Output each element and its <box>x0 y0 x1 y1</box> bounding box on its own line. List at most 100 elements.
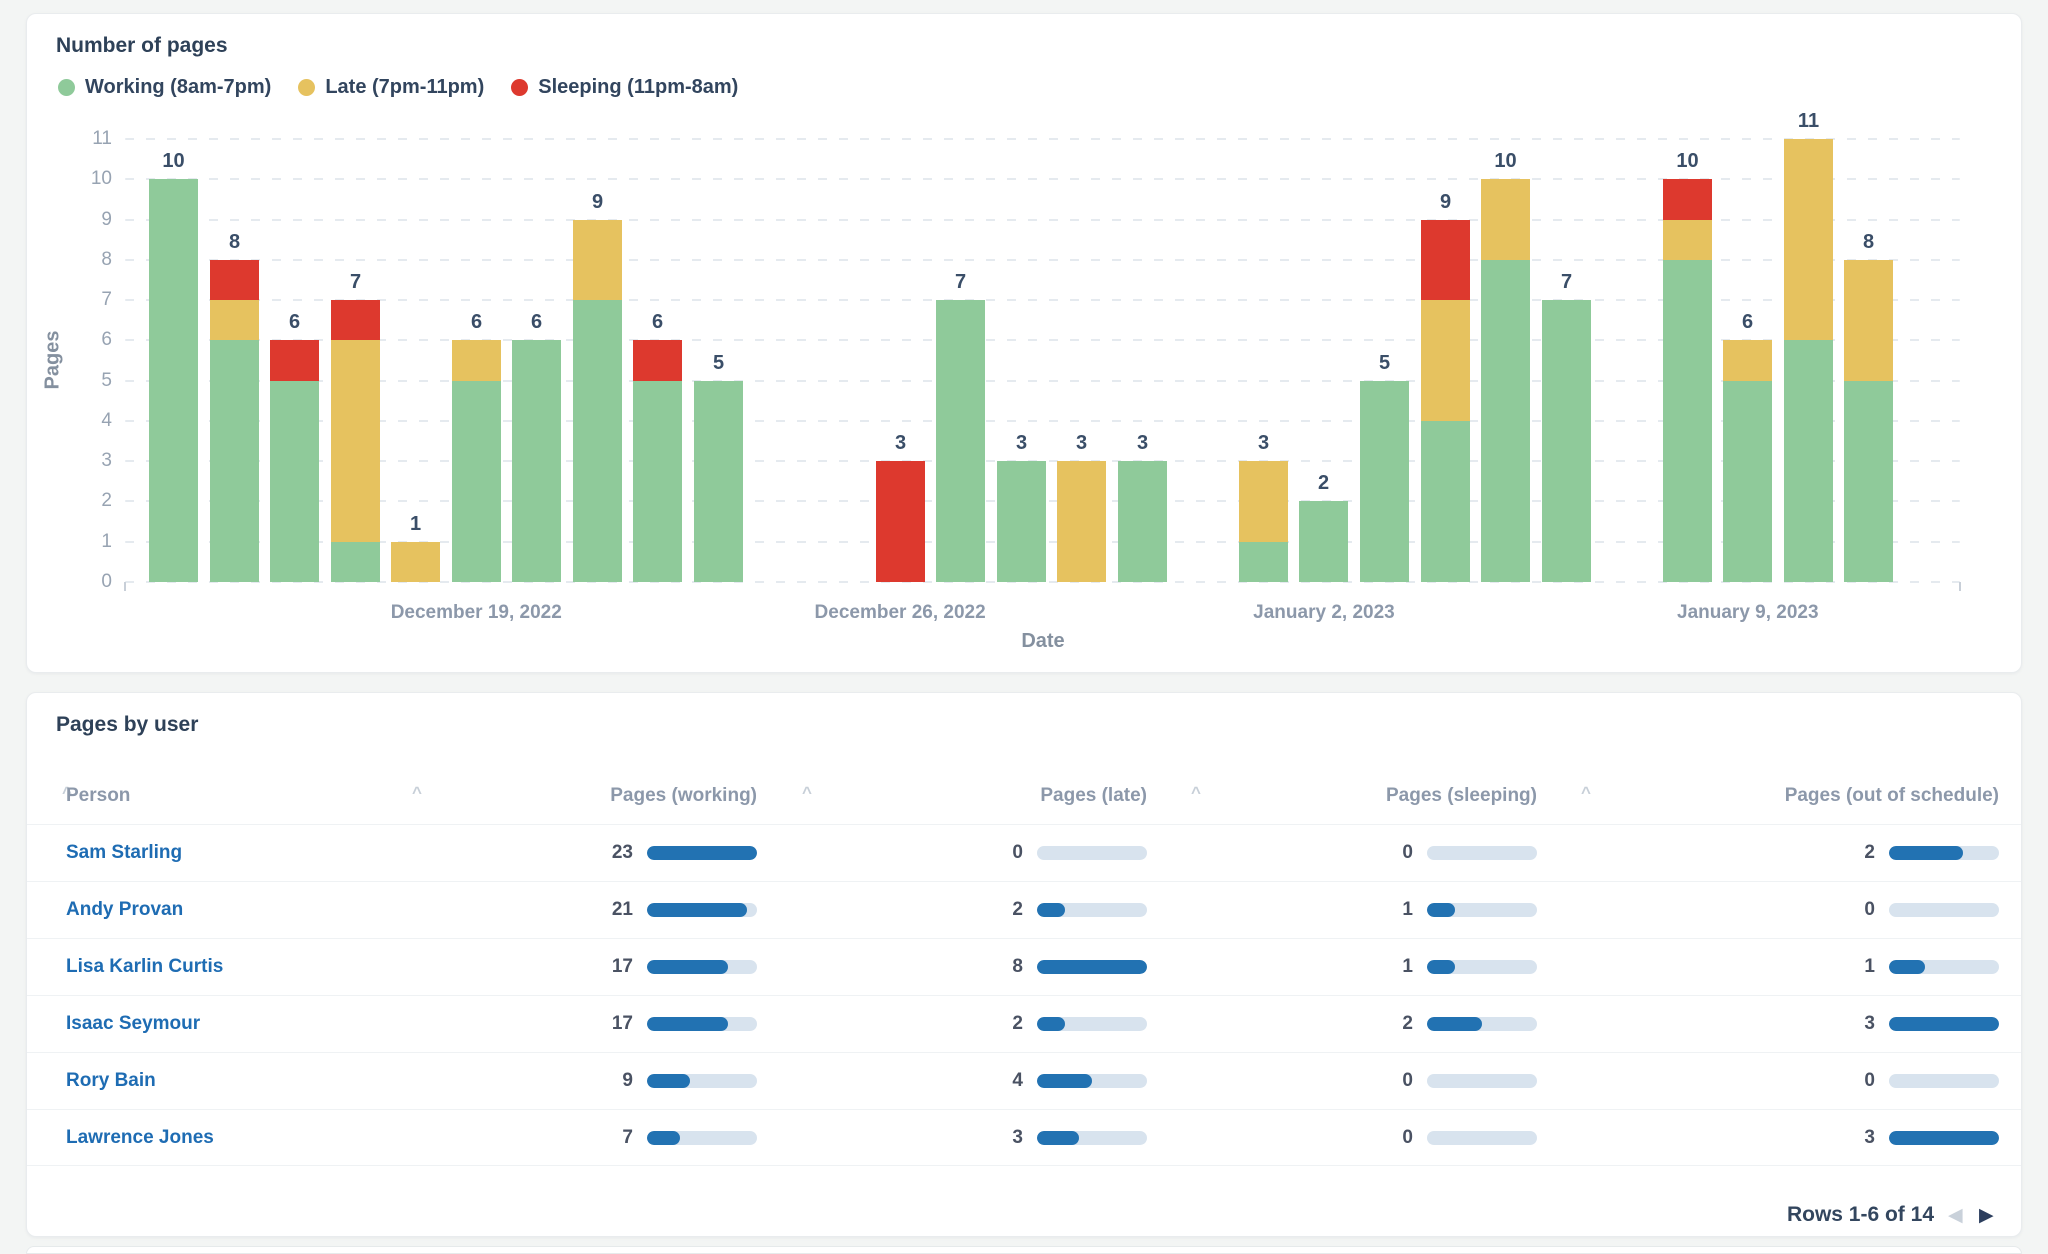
person-link[interactable]: Lawrence Jones <box>66 1127 214 1149</box>
chevron-left-icon: ◀ <box>1948 1205 1963 1226</box>
person-link[interactable]: Andy Provan <box>66 899 183 921</box>
progress-bar-out <box>1889 960 1999 974</box>
bar-value-label: 3 <box>895 432 906 455</box>
bar-segment-sleeping <box>210 260 259 300</box>
y-tick-label: 0 <box>52 571 112 593</box>
progress-fill-out <box>1889 1017 1999 1031</box>
progress-bar-sleeping <box>1427 1017 1537 1031</box>
progress-bar-working <box>647 1074 757 1088</box>
metric-value-out: 2 <box>1795 842 1875 864</box>
progress-bar-late <box>1037 1131 1147 1145</box>
chevron-right-icon: ▶ <box>1979 1205 1994 1226</box>
progress-fill-out <box>1889 1131 1999 1145</box>
bar-segment-working <box>573 300 622 582</box>
bar-value-label: 10 <box>1494 150 1516 173</box>
bar-value-label: 10 <box>162 150 184 173</box>
bar-segment-working <box>270 381 319 582</box>
progress-bar-out <box>1889 1131 1999 1145</box>
bar-segment-working <box>936 300 985 582</box>
bar-segment-working <box>1360 381 1409 582</box>
progress-bar-working <box>647 846 757 860</box>
x-tick-label: December 26, 2022 <box>815 602 986 624</box>
progress-bar-working <box>647 903 757 917</box>
bar-value-label: 3 <box>1076 432 1087 455</box>
progress-fill-working <box>647 960 728 974</box>
metric-value-late: 2 <box>943 899 1023 921</box>
y-tick-label: 2 <box>52 490 112 512</box>
table-body: Sam Starling23002Andy Provan21210Lisa Ka… <box>27 693 2021 1236</box>
y-tick-label: 9 <box>52 209 112 231</box>
bar-segment-working <box>210 340 259 582</box>
progress-fill-working <box>647 903 747 917</box>
metric-value-working: 17 <box>553 1013 633 1035</box>
pages-by-user-card: Pages by user ^^^^^PersonPages (working)… <box>26 692 2022 1237</box>
person-link[interactable]: Lisa Karlin Curtis <box>66 956 223 978</box>
bar-value-label: 6 <box>652 311 663 334</box>
progress-fill-working <box>647 1017 728 1031</box>
next-page-button[interactable]: ▶ <box>1979 1204 1994 1228</box>
bar-segment-working <box>1542 300 1591 582</box>
x-axis-title: Date <box>1021 630 1064 653</box>
metric-value-late: 8 <box>943 956 1023 978</box>
y-tick-label: 7 <box>52 289 112 311</box>
pages-chart-card: Number of pages Working (8am-7pm)Late (7… <box>26 13 2022 673</box>
progress-bar-working <box>647 960 757 974</box>
previous-page-button[interactable]: ◀ <box>1948 1204 1963 1228</box>
bar-segment-sleeping <box>331 300 380 340</box>
person-link[interactable]: Rory Bain <box>66 1070 156 1092</box>
bar-segment-working <box>1421 421 1470 582</box>
bar-value-label: 9 <box>592 191 603 214</box>
bar-segment-sleeping <box>633 340 682 381</box>
metric-value-sleeping: 0 <box>1333 1070 1413 1092</box>
bar-value-label: 6 <box>531 311 542 334</box>
bar-segment-late <box>331 340 380 542</box>
progress-bar-sleeping <box>1427 1131 1537 1145</box>
table-row: Lawrence Jones7303 <box>27 1109 2021 1166</box>
progress-bar-out <box>1889 846 1999 860</box>
bar-segment-working <box>1239 542 1288 582</box>
bar-value-label: 6 <box>471 311 482 334</box>
person-link[interactable]: Isaac Seymour <box>66 1013 200 1035</box>
progress-bar-working <box>647 1017 757 1031</box>
bar-segment-sleeping <box>1421 220 1470 300</box>
metric-value-out: 0 <box>1795 1070 1875 1092</box>
person-link[interactable]: Sam Starling <box>66 842 182 864</box>
table-row: Andy Provan21210 <box>27 881 2021 938</box>
bar-value-label: 1 <box>410 513 421 536</box>
bar-segment-working <box>1844 381 1893 582</box>
metric-value-out: 3 <box>1795 1013 1875 1035</box>
bar-value-label: 2 <box>1318 472 1329 495</box>
bar-segment-working <box>1118 461 1167 582</box>
metric-value-working: 23 <box>553 842 633 864</box>
metric-value-late: 4 <box>943 1070 1023 1092</box>
bar-segment-late <box>1663 220 1712 260</box>
progress-fill-late <box>1037 1017 1065 1031</box>
progress-fill-working <box>647 1131 680 1145</box>
metric-value-late: 2 <box>943 1013 1023 1035</box>
bar-segment-working <box>633 381 682 582</box>
bar-segment-late <box>1057 461 1106 582</box>
bar-segment-working <box>512 340 561 582</box>
bar-segment-late <box>1844 260 1893 381</box>
y-tick-label: 11 <box>52 128 112 150</box>
progress-fill-sleeping <box>1427 903 1455 917</box>
bar-value-label: 7 <box>350 271 361 294</box>
bar-value-label: 3 <box>1137 432 1148 455</box>
next-card-top-edge <box>26 1246 2022 1254</box>
table-row: Lisa Karlin Curtis17811 <box>27 938 2021 995</box>
bar-segment-working <box>1299 501 1348 582</box>
rows-count-label: Rows 1-6 of 14 <box>1534 1203 1934 1227</box>
progress-bar-sleeping <box>1427 1074 1537 1088</box>
bar-value-label: 7 <box>1561 271 1572 294</box>
y-tick-label: 10 <box>52 168 112 190</box>
bar-segment-working <box>1663 260 1712 582</box>
metric-value-late: 0 <box>943 842 1023 864</box>
progress-bar-late <box>1037 846 1147 860</box>
bar-segment-late <box>1239 461 1288 542</box>
bar-chart: Pages Date 01234567891011December 19, 20… <box>27 14 2021 672</box>
metric-value-out: 1 <box>1795 956 1875 978</box>
progress-bar-out <box>1889 903 1999 917</box>
progress-bar-out <box>1889 1017 1999 1031</box>
progress-fill-late <box>1037 1131 1079 1145</box>
progress-bar-sleeping <box>1427 960 1537 974</box>
